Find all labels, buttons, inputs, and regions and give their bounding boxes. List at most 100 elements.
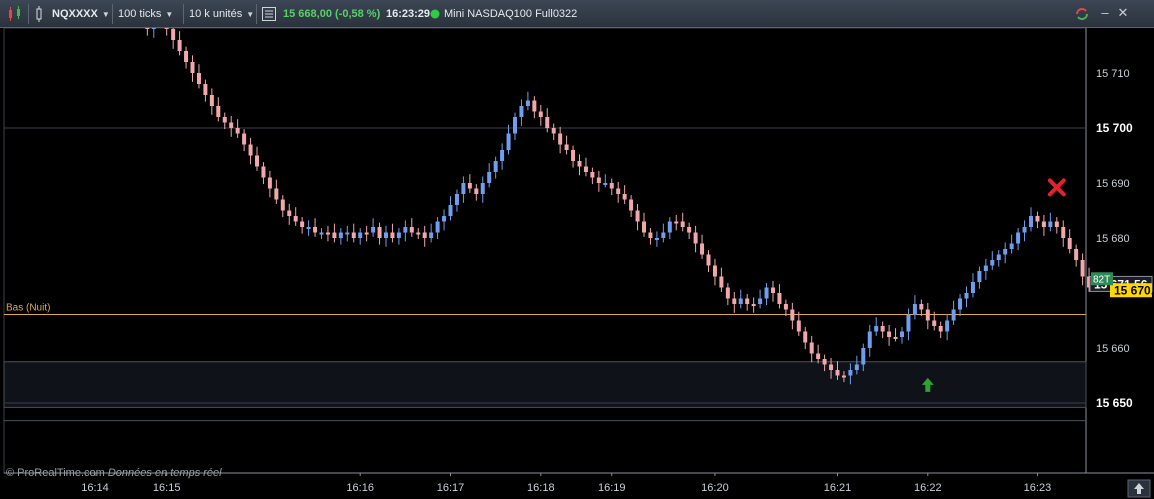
candle: [325, 232, 330, 235]
candle: [145, 28, 150, 29]
candle: [809, 342, 814, 354]
candle: [480, 183, 485, 194]
candle: [558, 133, 563, 145]
candle: [1003, 249, 1008, 255]
candlestick-icon[interactable]: [6, 4, 24, 24]
candle: [816, 353, 821, 359]
candle: [1041, 221, 1046, 227]
last-price: 15 668,00: [283, 8, 332, 20]
candle: [848, 370, 853, 376]
candle: [867, 331, 872, 348]
candle: [745, 298, 750, 304]
separator: [28, 4, 29, 24]
time-tick-label: 16:19: [598, 482, 626, 494]
candle: [248, 144, 253, 156]
candle: [448, 205, 453, 216]
candle: [409, 227, 414, 233]
time-tick-label: 16:15: [153, 482, 181, 494]
candle: [300, 221, 305, 227]
candle: [1080, 260, 1085, 277]
candle: [235, 128, 240, 134]
candle: [635, 210, 640, 222]
time-tick-label: 16:14: [81, 482, 109, 494]
candle: [642, 221, 646, 233]
candle: [861, 348, 866, 365]
candle: [596, 177, 601, 183]
candle: [887, 331, 892, 337]
candle: [674, 221, 679, 224]
period-label: 100 ticks: [118, 8, 162, 20]
candle: [1061, 227, 1066, 238]
candle: [500, 150, 505, 161]
price-tick-label: 15 710: [1096, 68, 1130, 80]
candle: [925, 309, 930, 321]
price-tick-label: 15 660: [1096, 343, 1130, 355]
candle: [532, 100, 537, 112]
candle: [900, 331, 904, 337]
price-chart[interactable]: Bas (Nuit) 15 710 15 700 15 690 15 680 15 660…: [0, 28, 1154, 499]
time-tick-label: 16:22: [914, 482, 942, 494]
candle: [513, 117, 517, 134]
candle: [403, 227, 408, 233]
candle: [751, 304, 756, 306]
candle: [854, 364, 859, 370]
period-selector[interactable]: 100 ticks ▼: [118, 4, 173, 24]
minimize-icon[interactable]: –: [1098, 6, 1112, 20]
candle: [945, 320, 950, 332]
toolbar: NQXXXX ▼ 100 ticks ▼ 10 k unités ▼ 15 668,0…: [0, 0, 1154, 28]
price-change: (-0,58 %): [335, 8, 381, 20]
candle: [803, 331, 808, 343]
candle: [1067, 238, 1072, 249]
candle: [306, 227, 311, 229]
separator: [256, 4, 257, 24]
price-tick-label: 15 680: [1096, 233, 1130, 245]
candle: [835, 370, 840, 376]
tick-count-label: 82T: [1093, 274, 1110, 285]
candle: [435, 221, 440, 233]
candle: [274, 188, 279, 200]
candle: [184, 51, 189, 62]
product-name: Mini NASDAQ100 Full0322: [444, 8, 578, 20]
candle: [474, 188, 479, 194]
refresh-icon[interactable]: [1074, 4, 1090, 24]
candle: [906, 315, 911, 332]
candle: [603, 183, 608, 185]
candle: [970, 282, 975, 293]
candle: [429, 232, 434, 238]
separator: [112, 4, 113, 24]
candle: [151, 28, 156, 29]
candle: [622, 194, 627, 200]
list-icon[interactable]: [262, 4, 276, 24]
candle: [229, 122, 234, 128]
candle: [422, 232, 427, 238]
time-tick-label: 16:17: [437, 482, 465, 494]
candle: [338, 232, 343, 238]
time-tick-label: 16:23: [1024, 482, 1052, 494]
candle: [177, 40, 182, 51]
units-selector[interactable]: 10 k unités ▼: [189, 4, 254, 24]
chart-area[interactable]: Bas (Nuit) 15 710 15 700 15 690 15 680 15 660…: [0, 28, 1154, 499]
quote-time: 16:23:29: [386, 8, 431, 20]
chevron-down-icon: ▼: [165, 10, 174, 19]
candle: [893, 337, 898, 339]
candle: [616, 188, 621, 194]
candle: [1035, 216, 1040, 222]
candle: [706, 254, 711, 266]
candle: [977, 271, 982, 282]
candle: [777, 293, 782, 304]
time-tick-label: 16:21: [824, 482, 852, 494]
time-tick-label: 16:16: [346, 482, 374, 494]
instrument-selector[interactable]: NQXXXX ▼: [52, 4, 110, 24]
candle: [164, 28, 169, 29]
candle: [732, 298, 737, 304]
close-icon[interactable]: ✕: [1116, 6, 1130, 20]
candle-type-icon[interactable]: [33, 4, 45, 24]
candle: [506, 133, 511, 150]
candle: [719, 276, 724, 288]
candle: [958, 298, 963, 310]
time-tick-label: 16:18: [527, 482, 555, 494]
candle: [996, 254, 1001, 260]
candle: [693, 232, 698, 244]
candle: [738, 298, 743, 304]
candle: [829, 364, 834, 370]
